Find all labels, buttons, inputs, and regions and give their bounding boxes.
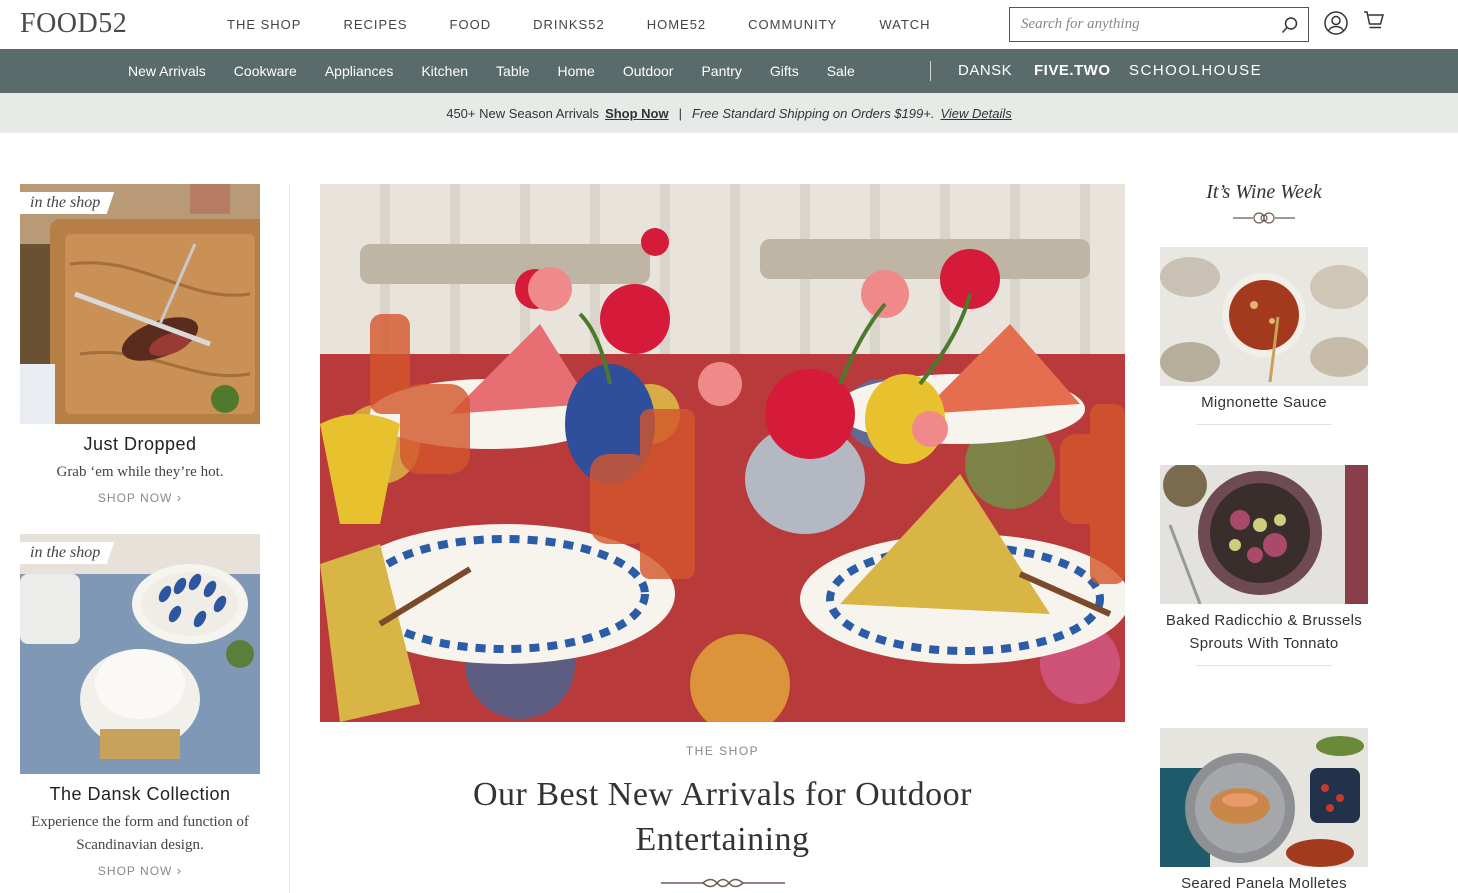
promo-card-description: Experience the form and function of Scan… (31, 814, 249, 853)
chevron-right-icon: › (176, 490, 183, 505)
nav-drinks52[interactable]: DRINKS52 (533, 17, 605, 32)
hero-image[interactable] (320, 184, 1125, 722)
subnav-appliances[interactable]: Appliances (325, 63, 394, 79)
promo-shop-now-link[interactable]: Shop Now (605, 106, 669, 121)
recipe-title[interactable]: Baked Radicchio & Brussels Sprouts With … (1160, 609, 1368, 655)
subnav-sale[interactable]: Sale (827, 63, 855, 79)
brand-dansk-link[interactable]: DANSK (958, 62, 1012, 79)
nav-recipes[interactable]: RECIPES (343, 17, 407, 32)
chevron-right-icon: › (176, 863, 183, 878)
main-nav: THE SHOP RECIPES FOOD DRINKS52 HOME52 CO… (227, 17, 973, 32)
subnav-pantry[interactable]: Pantry (701, 63, 741, 79)
recipe-image-molletes[interactable] (1160, 728, 1368, 867)
promo-image-steak[interactable]: in the shop (20, 184, 260, 424)
promo-card-title[interactable]: The Dansk Collection (20, 784, 260, 805)
shop-subnav: New Arrivals Cookware Appliances Kitchen… (0, 49, 1458, 93)
recipe-card[interactable]: Seared Panela Molletes (1160, 728, 1368, 893)
search-icon[interactable] (1272, 8, 1308, 41)
search-input[interactable]: Search for anything (1009, 7, 1309, 42)
promo-view-details-link[interactable]: View Details (940, 106, 1011, 121)
promo-image-dansk[interactable]: in the shop (20, 534, 260, 774)
promo-separator: | (678, 105, 682, 121)
brand-fivetwo-link[interactable]: FIVE.TWO (1034, 62, 1111, 79)
promo-card-description: Grab ‘em while they’re hot. (56, 464, 224, 480)
subnav-kitchen[interactable]: Kitchen (421, 63, 468, 79)
recipe-title[interactable]: Mignonette Sauce (1160, 391, 1368, 414)
promo-card[interactable]: in the shop The Dansk Collection Experie… (20, 534, 260, 878)
column-divider (289, 184, 290, 893)
shop-now-link[interactable]: SHOP NOW › (20, 863, 260, 878)
nav-home52[interactable]: HOME52 (647, 17, 706, 32)
ornament-divider-icon (661, 876, 785, 893)
sidebar-title: It’s Wine Week (1206, 181, 1322, 203)
promo-banner: 450+ New Season Arrivals Shop Now | Free… (0, 93, 1458, 133)
shop-now-label: SHOP NOW (97, 864, 173, 878)
user-icon[interactable] (1324, 11, 1348, 40)
shop-now-label: SHOP NOW (97, 491, 173, 505)
subnav-divider (930, 61, 931, 81)
subnav-table[interactable]: Table (496, 63, 529, 79)
recipe-image-mignonette[interactable] (1160, 247, 1368, 386)
nav-food[interactable]: FOOD (450, 17, 492, 32)
promo-shipping-text: Free Standard Shipping on Orders $199+. (692, 105, 935, 121)
recipe-card[interactable]: Mignonette Sauce (1160, 247, 1368, 425)
cart-icon[interactable] (1363, 10, 1385, 37)
search-placeholder: Search for anything (1021, 16, 1140, 32)
in-the-shop-tag: in the shop (20, 192, 115, 214)
food52-logo[interactable]: FOOD52 (20, 8, 127, 40)
nav-watch[interactable]: WATCH (879, 17, 930, 32)
hero-title[interactable]: Our Best New Arrivals for Outdoor Entert… (420, 772, 1025, 862)
recipe-divider (1196, 424, 1332, 425)
shop-now-link[interactable]: SHOP NOW › (20, 490, 260, 505)
promo-card[interactable]: in the shop Just Dropped Grab ‘em while … (20, 184, 260, 505)
subnav-home[interactable]: Home (558, 63, 595, 79)
ornament-divider-icon (1233, 211, 1295, 230)
promo-text: 450+ New Season Arrivals (446, 105, 600, 121)
top-header: FOOD52 THE SHOP RECIPES FOOD DRINKS52 HO… (0, 0, 1458, 49)
recipe-card[interactable]: Baked Radicchio & Brussels Sprouts With … (1160, 465, 1368, 666)
hero-kicker[interactable]: THE SHOP (320, 744, 1125, 758)
in-the-shop-tag: in the shop (20, 542, 115, 564)
recipe-divider (1196, 665, 1332, 666)
recipe-image-radicchio[interactable] (1160, 465, 1368, 604)
subnav-outdoor[interactable]: Outdoor (623, 63, 674, 79)
nav-the-shop[interactable]: THE SHOP (227, 17, 301, 32)
nav-community[interactable]: COMMUNITY (748, 17, 837, 32)
brand-schoolhouse-link[interactable]: SCHOOLHOUSE (1129, 62, 1262, 79)
subnav-gifts[interactable]: Gifts (770, 63, 799, 79)
subnav-cookware[interactable]: Cookware (234, 63, 297, 79)
recipe-title[interactable]: Seared Panela Molletes (1160, 872, 1368, 893)
subnav-new-arrivals[interactable]: New Arrivals (128, 63, 206, 79)
promo-card-title[interactable]: Just Dropped (20, 434, 260, 455)
